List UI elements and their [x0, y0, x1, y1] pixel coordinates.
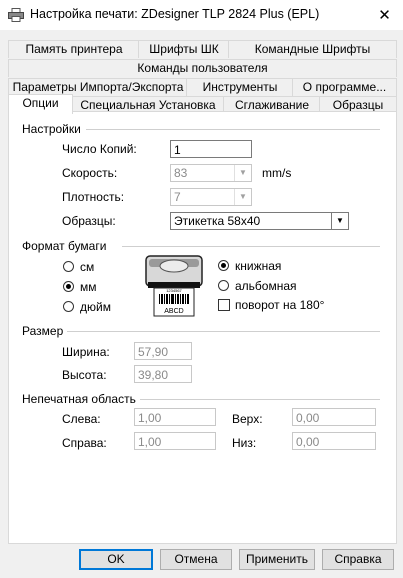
width-input[interactable]: 57,90 — [134, 342, 192, 360]
rotate-180-checkbox[interactable] — [218, 299, 230, 311]
apply-button[interactable]: Применить — [239, 549, 315, 570]
height-label: Высота: — [62, 368, 107, 382]
samples-value: Этикетка 58x40 — [174, 214, 261, 228]
top-margin-label: Верх: — [232, 412, 263, 426]
printer-icon — [8, 8, 24, 22]
width-label: Ширина: — [62, 345, 110, 359]
samples-label: Образцы: — [62, 214, 116, 228]
orientation-landscape-label[interactable]: альбомная — [235, 279, 297, 293]
speed-select[interactable]: 83 ▼ — [170, 164, 252, 182]
title-bar: Настройка печати: ZDesigner TLP 2824 Plu… — [0, 0, 403, 30]
unit-mm-label[interactable]: мм — [80, 280, 97, 294]
unit-cm-label[interactable]: см — [80, 260, 94, 274]
tab-options[interactable]: Опции — [8, 94, 73, 114]
settings-group-title: Настройки — [22, 122, 85, 136]
unit-inch-label[interactable]: дюйм — [80, 300, 111, 314]
size-group-title: Размер — [22, 324, 68, 338]
speed-unit: mm/s — [262, 166, 292, 180]
tab-about[interactable]: О программе... — [292, 78, 397, 96]
paper-group-line — [122, 246, 380, 247]
chevron-down-icon: ▼ — [234, 189, 251, 205]
bottom-margin-label: Низ: — [232, 436, 257, 450]
rotate-180-label[interactable]: поворот на 180° — [235, 298, 324, 312]
orientation-portrait-radio[interactable] — [218, 260, 229, 271]
tab-user-commands[interactable]: Команды пользователя — [8, 59, 397, 77]
nonprint-group-title: Непечатная область — [22, 392, 140, 406]
settings-group-line — [86, 129, 380, 130]
close-button[interactable]: ✕ — [366, 0, 403, 30]
orientation-portrait-label[interactable]: книжная — [235, 259, 281, 273]
unit-cm-radio[interactable] — [63, 261, 74, 272]
left-margin-label: Слева: — [62, 412, 101, 426]
bottom-margin-input[interactable]: 0,00 — [292, 432, 376, 450]
tab-barcode-fonts[interactable]: Шрифты ШК — [138, 40, 230, 58]
size-group-line — [66, 331, 380, 332]
copies-input[interactable]: 1 — [170, 140, 252, 158]
unit-inch-radio[interactable] — [63, 301, 74, 312]
right-margin-label: Справа: — [62, 436, 107, 450]
nonprint-group-line — [132, 399, 380, 400]
tab-printer-memory[interactable]: Память принтера — [8, 40, 140, 58]
copies-label: Число Копий: — [62, 142, 137, 156]
height-input[interactable]: 39,80 — [134, 365, 192, 383]
orientation-landscape-radio[interactable] — [218, 280, 229, 291]
unit-mm-radio[interactable] — [63, 281, 74, 292]
tab-command-fonts[interactable]: Командные Шрифты — [228, 40, 397, 58]
label-printer-preview: 1234567 ABCD — [145, 255, 203, 317]
right-margin-input[interactable]: 1,00 — [134, 432, 216, 450]
density-select[interactable]: 7 ▼ — [170, 188, 252, 206]
cancel-button[interactable]: Отмена — [160, 549, 232, 570]
top-margin-input[interactable]: 0,00 — [292, 408, 376, 426]
speed-label: Скорость: — [62, 166, 118, 180]
preview-number: 1234567 — [166, 288, 182, 293]
tab-tools[interactable]: Инструменты — [186, 78, 294, 96]
help-button[interactable]: Справка — [322, 549, 394, 570]
speed-value: 83 — [174, 166, 188, 180]
paper-group-title: Формат бумаги — [22, 239, 111, 253]
samples-select[interactable]: Этикетка 58x40 ▼ — [170, 212, 349, 230]
density-value: 7 — [174, 190, 181, 204]
chevron-down-icon: ▼ — [234, 165, 251, 181]
window-title: Настройка печати: ZDesigner TLP 2824 Plu… — [30, 7, 320, 21]
ok-button[interactable]: OK — [79, 549, 153, 570]
preview-text: ABCD — [164, 308, 183, 315]
chevron-down-icon: ▼ — [331, 213, 348, 229]
left-margin-input[interactable]: 1,00 — [134, 408, 216, 426]
density-label: Плотность: — [62, 190, 125, 204]
